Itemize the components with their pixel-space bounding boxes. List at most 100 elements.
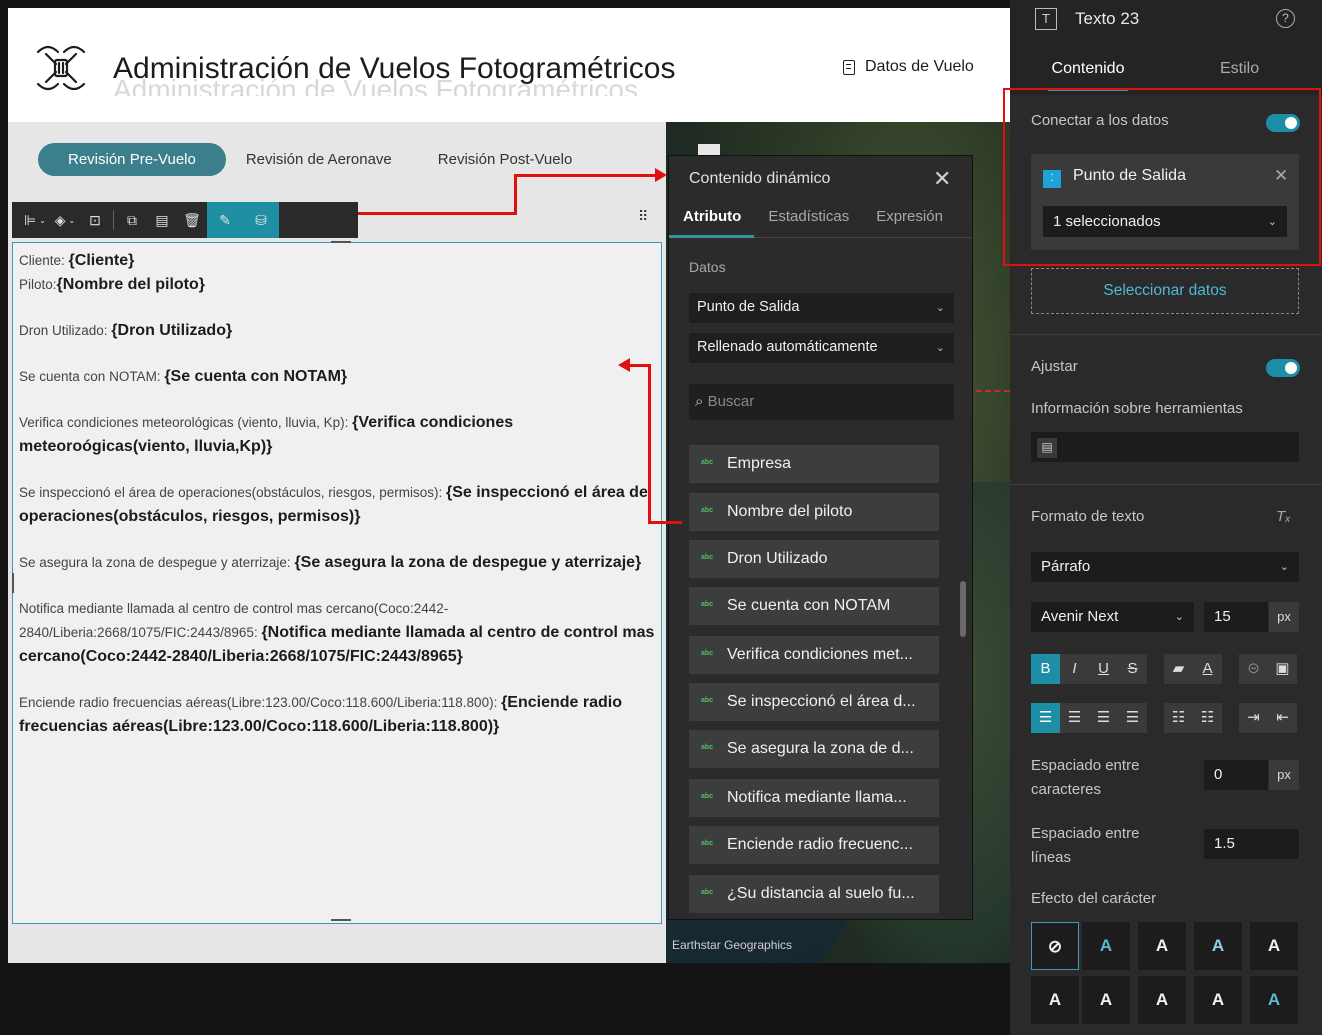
toolbar-divider [113, 210, 114, 230]
list-item[interactable]: abc Empresa [689, 445, 939, 483]
select-data-button[interactable]: Seleccionar datos [1031, 268, 1299, 314]
effect-option[interactable]: A [1138, 976, 1186, 1024]
font-value: Avenir Next [1041, 608, 1119, 625]
widget-title: Texto 23 [1075, 9, 1140, 28]
tab-expresion[interactable]: Expresión [862, 206, 956, 238]
duplicate-icon[interactable]: ⧉ [117, 202, 147, 238]
align-icon[interactable]: ⊫ ⌄ [20, 202, 50, 238]
label-text: Se inspeccionó el área de operaciones(ob… [19, 485, 446, 500]
field-name: Nombre del piloto [727, 503, 853, 520]
field-name: Verifica condiciones met... [727, 646, 913, 663]
effect-option[interactable]: A [1194, 922, 1242, 970]
tab-estilo[interactable]: Estilo [1220, 60, 1259, 78]
string-field-icon: abc [701, 793, 714, 800]
drone-logo-icon [36, 45, 86, 91]
image-icon[interactable]: ▣ [1268, 654, 1297, 684]
chevron-down-icon: ⌄ [935, 302, 945, 314]
list-item[interactable]: abc ¿Su distancia al suelo fu... [689, 875, 939, 913]
line-spacing-input[interactable]: 1.5 [1204, 829, 1299, 859]
lock-icon[interactable]: ⊡ [80, 202, 110, 238]
label-text: Se asegura la zona de despegue y aterriz… [19, 555, 295, 570]
align-left-icon[interactable]: ☰ [1031, 703, 1060, 733]
string-field-icon: abc [701, 601, 714, 608]
text-widget-editor[interactable]: Cliente: {Cliente} Piloto:{Nombre del pi… [12, 241, 662, 924]
dynamic-content-icon[interactable]: ⛁ [243, 202, 279, 238]
list-item[interactable]: abc Dron Utilizado [689, 540, 939, 578]
list-item[interactable]: abc Notifica mediante llama... [689, 779, 939, 817]
close-icon[interactable]: ✕ [933, 166, 951, 192]
field-search-input[interactable]: ⌕ Buscar [689, 384, 954, 420]
source-select[interactable]: Punto de Salida ⌄ [689, 293, 954, 323]
paragraph-style-select[interactable]: Párrafo ⌄ [1031, 552, 1299, 582]
copy-style-icon[interactable]: ▤ [147, 202, 177, 238]
tab-revision-post-vuelo[interactable]: Revisión Post-Vuelo [438, 151, 573, 168]
clear-format-icon[interactable]: Tₓ [1276, 508, 1291, 525]
annotation-arrow [514, 174, 656, 177]
align-center-icon[interactable]: ☰ [1060, 703, 1089, 733]
effect-option[interactable]: A [1082, 922, 1130, 970]
list-item[interactable]: abc Enciende radio frecuenc... [689, 826, 939, 864]
tab-revision-de-aeronave[interactable]: Revisión de Aeronave [246, 151, 392, 168]
effect-option[interactable]: A [1082, 976, 1130, 1024]
tab-contenido[interactable]: Contenido [1048, 60, 1128, 91]
help-icon[interactable]: ? [1276, 9, 1295, 28]
effect-option[interactable]: A [1194, 976, 1242, 1024]
font-select[interactable]: Avenir Next ⌄ [1031, 602, 1194, 632]
resize-handle-left[interactable] [12, 573, 14, 593]
field-name: Empresa [727, 455, 792, 472]
tooltip-input[interactable]: ▤ [1031, 432, 1299, 462]
letter-spacing-input[interactable]: 0 [1204, 760, 1268, 790]
effect-option[interactable]: A [1250, 922, 1298, 970]
search-placeholder: Buscar [707, 393, 755, 410]
grid-icon[interactable]: ⠿ [638, 208, 648, 225]
effect-option[interactable]: A [1250, 976, 1298, 1024]
char-effect-label: Efecto del carácter [1031, 890, 1157, 907]
text-format-label: Formato de texto [1031, 508, 1145, 525]
string-field-icon: abc [701, 744, 714, 751]
font-size-input[interactable]: 15 [1204, 602, 1268, 632]
italic-icon[interactable]: I [1060, 654, 1089, 684]
tab-estadisticas[interactable]: Estadísticas [754, 206, 862, 238]
paragraph-zona-despegue: Se asegura la zona de despegue y aterriz… [19, 551, 655, 575]
resize-handle-top[interactable] [331, 241, 351, 243]
numbered-list-icon[interactable]: ☷ [1193, 703, 1222, 733]
indent-icon[interactable]: ⇥ [1239, 703, 1268, 733]
field-name: Se asegura la zona de d... [727, 740, 914, 757]
mode-select[interactable]: Rellenado automáticamente ⌄ [689, 333, 954, 363]
edit-icon[interactable]: ✎ [207, 202, 243, 238]
bold-icon[interactable]: B [1031, 654, 1060, 684]
datos-de-vuelo-label: Datos de Vuelo [865, 58, 974, 75]
annotation-arrow [648, 364, 651, 524]
bullet-list-icon[interactable]: ☷ [1164, 703, 1193, 733]
fit-toggle[interactable] [1266, 359, 1300, 377]
align-right-icon[interactable]: ☰ [1089, 703, 1118, 733]
paragraph-meteorologicas: Verifica condiciones meteorológicas (vie… [19, 411, 655, 459]
link-icon[interactable]: ⊝ [1239, 654, 1268, 684]
effect-option[interactable]: A [1031, 976, 1079, 1024]
layers-icon[interactable]: ◈ ⌄ [50, 202, 80, 238]
align-justify-icon[interactable]: ☰ [1118, 703, 1147, 733]
list-scrollbar[interactable] [960, 581, 966, 637]
string-field-icon: abc [701, 840, 714, 847]
list-item[interactable]: abc Se inspeccionó el área d... [689, 683, 939, 721]
strikethrough-icon[interactable]: S [1118, 654, 1147, 684]
effect-option[interactable]: A [1138, 922, 1186, 970]
delete-icon[interactable]: 🗑 [177, 202, 207, 238]
outdent-icon[interactable]: ⇤ [1268, 703, 1297, 733]
highlight-color-icon[interactable]: ▰ [1164, 654, 1193, 684]
underline-icon[interactable]: U [1089, 654, 1118, 684]
field-name: Notifica mediante llama... [727, 789, 907, 806]
list-item[interactable]: abc Se asegura la zona de d... [689, 730, 939, 768]
datos-de-vuelo-link[interactable]: Datos de Vuelo [843, 58, 974, 76]
font-color-icon[interactable]: A [1193, 654, 1222, 684]
resize-handle-bottom[interactable] [331, 919, 351, 921]
list-item[interactable]: abc Verifica condiciones met... [689, 636, 939, 674]
no-effect-icon[interactable]: ⊘ [1031, 922, 1079, 970]
tab-bar: Revisión Pre-Vuelo Revisión de Aeronave … [38, 142, 618, 176]
list-item[interactable]: abc Nombre del piloto [689, 493, 939, 531]
paragraph-piloto: Piloto:{Nombre del piloto} [19, 273, 655, 297]
tab-revision-pre-vuelo[interactable]: Revisión Pre-Vuelo [38, 142, 226, 176]
field-token: {Nombre del piloto} [56, 276, 205, 293]
list-item[interactable]: abc Se cuenta con NOTAM [689, 587, 939, 625]
tab-atributo[interactable]: Atributo [669, 206, 755, 238]
